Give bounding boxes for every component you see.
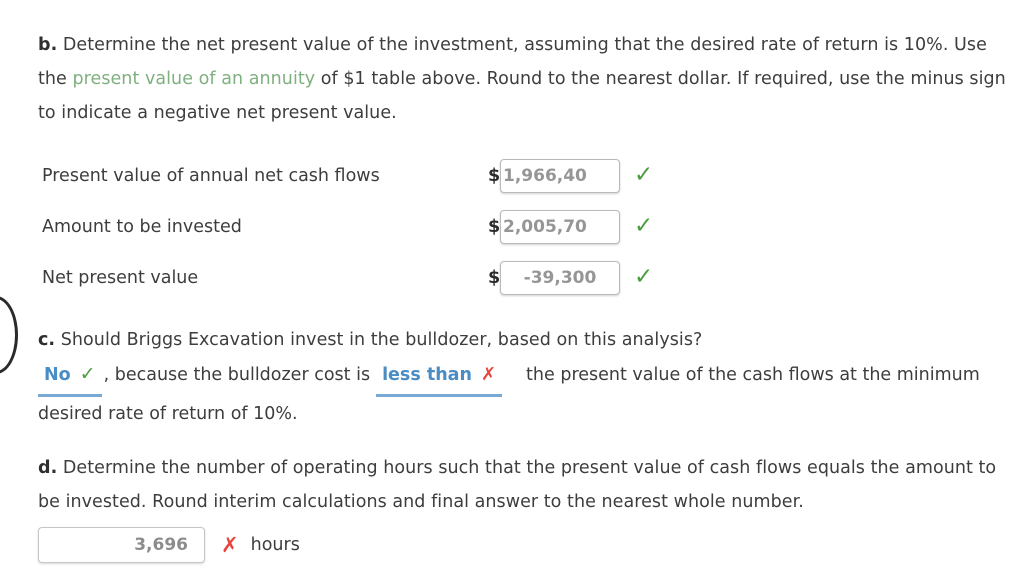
part-b-value-rows: Present value of annual net cash flows $… bbox=[38, 150, 1010, 303]
check-icon: ✓ bbox=[634, 213, 654, 239]
comparison-dropdown[interactable]: less than ✗ bbox=[376, 358, 503, 397]
operating-hours-unit: hours bbox=[250, 535, 300, 555]
part-c-answer-line: No ✓, because the bulldozer cost is less t… bbox=[38, 357, 1010, 431]
check-icon: ✓ bbox=[79, 363, 96, 385]
invest-decision-dropdown[interactable]: No ✓ bbox=[38, 357, 102, 397]
part-c-question-line: c. Should Briggs Excavation invest in th… bbox=[38, 323, 1010, 357]
comparison-dropdown-value: less than bbox=[382, 365, 472, 385]
operating-hours-input[interactable]: 3,696 bbox=[38, 527, 205, 563]
net-present-value-input[interactable]: -39,300 bbox=[500, 260, 620, 295]
part-c-mid-text: , because the bulldozer cost is bbox=[103, 365, 371, 385]
value-row: Present value of annual net cash flows $… bbox=[38, 150, 1010, 201]
amount-invested-input[interactable]: 2,005,70 bbox=[500, 209, 620, 244]
part-d-answer-row: 3,696 ✗ hours bbox=[38, 527, 1010, 563]
part-d-section: d. Determine the number of operating hou… bbox=[38, 451, 1010, 563]
content-container: b. Determine the net present value of th… bbox=[38, 28, 1010, 563]
part-b-marker: b. bbox=[38, 35, 58, 55]
page-root: b. Determine the net present value of th… bbox=[0, 0, 1024, 577]
check-icon: ✓ bbox=[634, 162, 654, 188]
currency-symbol: $ bbox=[488, 165, 501, 186]
value-row: Amount to be invested $ 2,005,70 ✓ bbox=[38, 201, 1010, 252]
value-row-label: Amount to be invested bbox=[42, 216, 242, 237]
part-c-section: c. Should Briggs Excavation invest in th… bbox=[38, 323, 1010, 431]
value-row-label: Net present value bbox=[42, 267, 199, 288]
currency-symbol: $ bbox=[488, 216, 501, 237]
present-value-cash-flows-input[interactable]: 1,966,40 bbox=[500, 158, 620, 193]
invest-decision-dropdown-value: No bbox=[44, 365, 71, 385]
part-b-prompt: b. Determine the net present value of th… bbox=[38, 28, 1010, 130]
part-d-text: Determine the number of operating hours … bbox=[38, 458, 997, 512]
cross-icon: ✗ bbox=[221, 532, 239, 557]
part-d-prompt: d. Determine the number of operating hou… bbox=[38, 451, 1010, 519]
check-icon: ✓ bbox=[634, 264, 654, 290]
value-row: Net present value $ -39,300 ✓ bbox=[38, 252, 1010, 303]
currency-symbol: $ bbox=[488, 267, 501, 288]
decorative-arc bbox=[0, 296, 18, 374]
value-row-label: Present value of annual net cash flows bbox=[42, 165, 380, 186]
cross-icon: ✗ bbox=[480, 364, 497, 385]
part-d-marker: d. bbox=[38, 458, 58, 478]
part-c-marker: c. bbox=[38, 330, 56, 350]
present-value-annuity-link[interactable]: present value of an annuity bbox=[72, 69, 315, 89]
part-c-question: Should Briggs Excavation invest in the b… bbox=[60, 330, 703, 350]
